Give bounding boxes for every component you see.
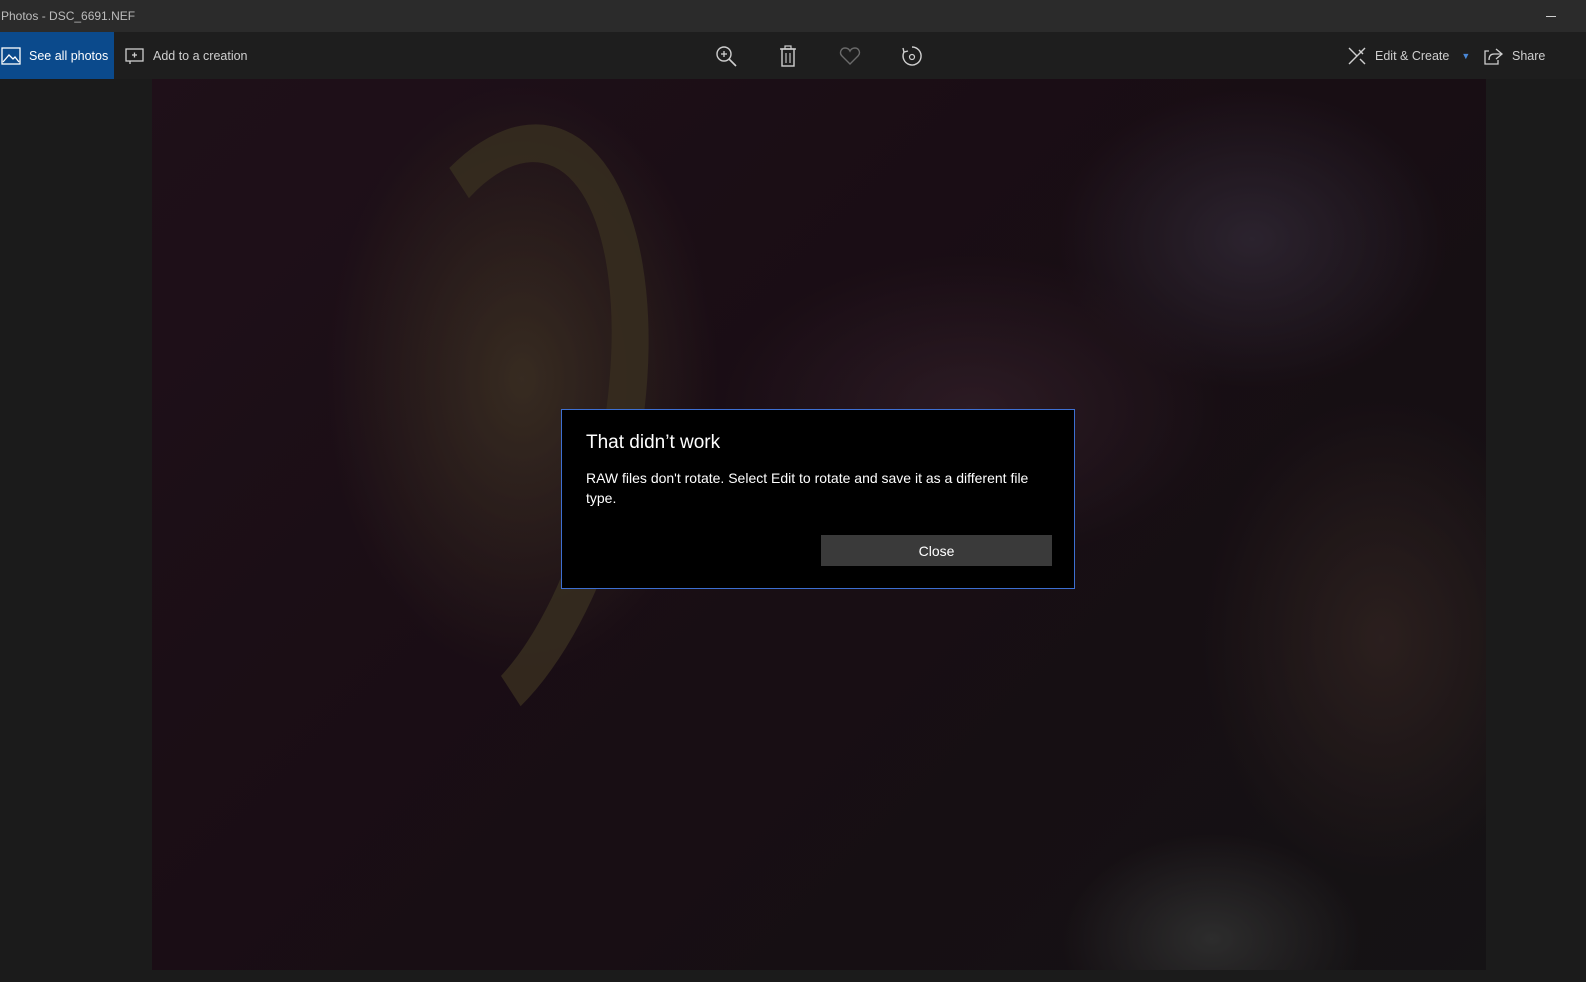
- add-to-creation-label: Add to a creation: [153, 48, 248, 63]
- edit-create-button[interactable]: Edit & Create ▼: [1347, 32, 1470, 79]
- edit-create-icon: [1348, 47, 1366, 64]
- share-button[interactable]: Share: [1484, 32, 1545, 79]
- center-tools: [714, 32, 962, 79]
- dialog-title: That didn’t work: [586, 432, 721, 453]
- error-dialog: That didn’t work RAW files don't rotate.…: [561, 409, 1075, 589]
- see-all-photos-label: See all photos: [29, 48, 109, 63]
- delete-icon[interactable]: [776, 44, 800, 68]
- zoom-in-icon[interactable]: [714, 44, 738, 68]
- minimize-button[interactable]: [1536, 6, 1566, 26]
- photos-icon: [1, 46, 21, 65]
- window-title: Photos - DSC_6691.NEF: [1, 9, 136, 23]
- close-button[interactable]: Close: [821, 535, 1052, 566]
- see-all-photos-button[interactable]: See all photos: [0, 32, 114, 79]
- edit-create-label: Edit & Create: [1375, 48, 1450, 63]
- add-creation-icon: [125, 47, 144, 64]
- share-label: Share: [1512, 48, 1546, 63]
- heart-icon[interactable]: [838, 44, 862, 68]
- add-to-creation-button[interactable]: Add to a creation: [125, 32, 248, 79]
- rotate-icon[interactable]: [900, 44, 924, 68]
- share-icon: [1484, 48, 1504, 65]
- dialog-message: RAW files don't rotate. Select Edit to r…: [586, 470, 1029, 506]
- chevron-down-icon: ▼: [1461, 50, 1471, 61]
- title-bar: Photos - DSC_6691.NEF: [0, 0, 1586, 32]
